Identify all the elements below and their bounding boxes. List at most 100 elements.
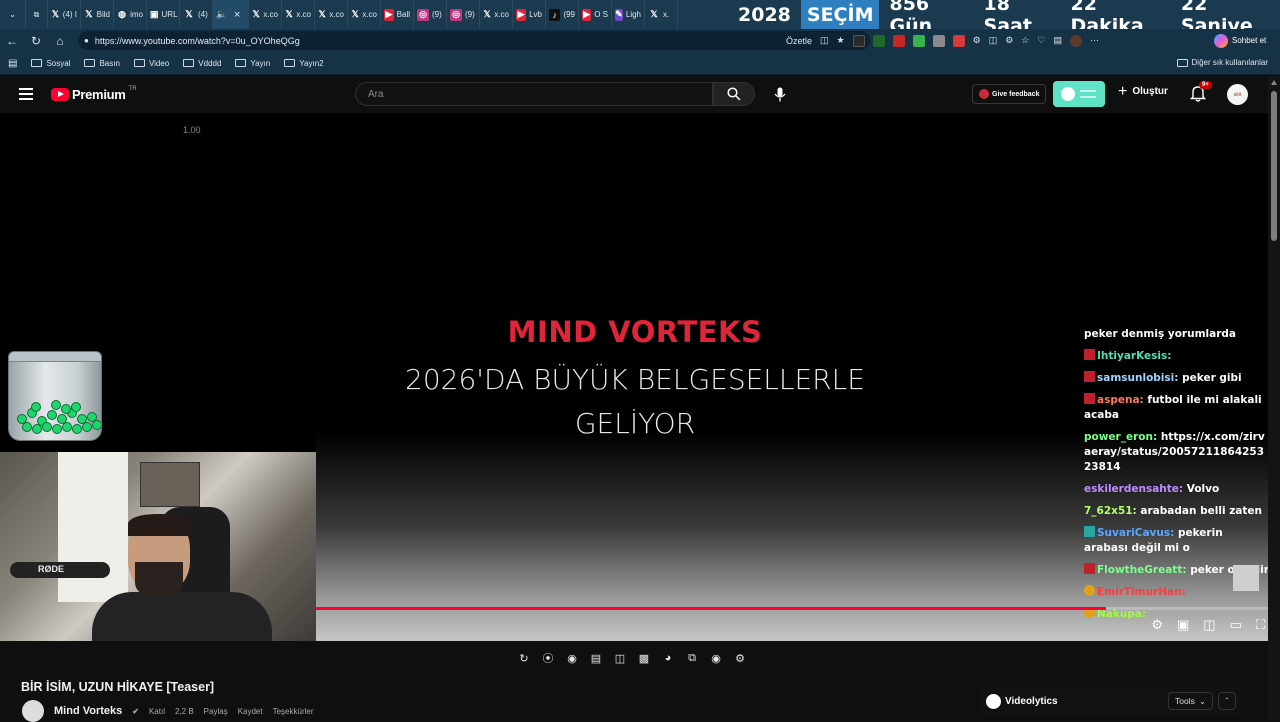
- notifications-button[interactable]: 9+: [1189, 81, 1212, 103]
- favorites-icon[interactable]: ☆: [1021, 35, 1029, 46]
- other-bookmarks-folder[interactable]: Diğer sık kullanılanlar: [1176, 58, 1268, 67]
- tab-label: (9): [432, 10, 442, 19]
- browser-tab[interactable]: 𝕏x.co: [480, 0, 513, 29]
- browser-tab[interactable]: ◎ (9): [447, 0, 480, 29]
- cinema-mode-icon[interactable]: ▩: [636, 651, 652, 665]
- extension-icon[interactable]: [892, 34, 905, 47]
- fullscreen-icon[interactable]: ⛶: [1256, 617, 1265, 633]
- channel-avatar[interactable]: [22, 700, 44, 722]
- bookmark-folder[interactable]: Basın: [84, 58, 120, 68]
- bookmarks-menu-icon[interactable]: ▤: [8, 58, 17, 69]
- browser-tab[interactable]: ▶ Lvb: [513, 0, 546, 29]
- bookmark-folder[interactable]: Video: [133, 59, 169, 68]
- chevron-down-icon: ⌄: [9, 10, 16, 19]
- browser-tab[interactable]: ✎ Ligh: [612, 0, 645, 29]
- summarize-button[interactable]: Özetle: [786, 36, 812, 46]
- browser-tab[interactable]: ▶ Ball: [381, 0, 414, 29]
- search-input[interactable]: Ara: [355, 82, 713, 106]
- back-icon[interactable]: ←: [0, 34, 24, 48]
- youtube-logo[interactable]: Premium TR: [51, 86, 137, 102]
- browser-tab[interactable]: 𝕏 Bild: [81, 0, 114, 29]
- gear-icon[interactable]: ⚙: [732, 651, 748, 665]
- create-button[interactable]: + Oluştur: [1118, 83, 1168, 99]
- join-button[interactable]: Katıl: [149, 707, 165, 716]
- picture-in-picture-icon[interactable]: ◫: [612, 651, 628, 665]
- video-player[interactable]: 1.00 MIND VORTEKS 2026'DA BÜYÜK BELGESEL…: [0, 113, 1268, 641]
- profile-avatar[interactable]: [1069, 34, 1082, 47]
- browser-tab[interactable]: 𝕏 (4): [180, 0, 213, 29]
- settings-icon[interactable]: ⚙: [1151, 617, 1163, 633]
- speedometer-icon[interactable]: ◕: [660, 651, 676, 665]
- instagram-icon: ◎: [450, 8, 462, 21]
- thanks-button[interactable]: Teşekkürler: [273, 707, 314, 716]
- browser-tab[interactable]: 𝕏x.co: [249, 0, 282, 29]
- menu-icon[interactable]: [19, 88, 33, 100]
- tools-dropdown[interactable]: Tools ⌄: [1168, 692, 1213, 710]
- refresh-icon[interactable]: ↻: [24, 34, 48, 48]
- extension-icon[interactable]: [952, 34, 965, 47]
- browser-tab[interactable]: 𝕏x.: [645, 0, 678, 29]
- workspaces-button[interactable]: ⧉: [26, 0, 48, 29]
- collections-icon[interactable]: ♡: [1037, 35, 1045, 46]
- browser-tab[interactable]: ▣ URL: [147, 0, 180, 29]
- browser-tab[interactable]: ♪ (99: [546, 0, 579, 29]
- performance-icon[interactable]: ⚙: [1005, 35, 1013, 46]
- give-feedback-button[interactable]: Give feedback: [972, 84, 1046, 104]
- scroll-up-icon[interactable]: [1271, 80, 1277, 85]
- miniplayer-icon[interactable]: ◫: [1203, 617, 1215, 633]
- jar-coin: [22, 422, 32, 432]
- like-count[interactable]: 2,2 B: [175, 707, 194, 716]
- share-button[interactable]: Paylaş: [204, 707, 228, 716]
- more-icon[interactable]: ⋯: [1090, 35, 1099, 46]
- loop-icon[interactable]: ↻: [516, 651, 532, 665]
- expand-icon[interactable]: ⧉: [684, 651, 700, 665]
- screenshot-icon[interactable]: ▤: [1053, 35, 1062, 46]
- browser-tab[interactable]: 𝕏x.co: [282, 0, 315, 29]
- browser-tab[interactable]: 𝕏x.co: [315, 0, 348, 29]
- bookmark-folder[interactable]: Sosyal: [31, 59, 70, 68]
- extension-icon[interactable]: [872, 34, 885, 47]
- copilot-chat-button[interactable]: Sohbet et: [1214, 32, 1266, 49]
- extension-icon[interactable]: [912, 34, 925, 47]
- browser-tab[interactable]: 🔈 ×: [213, 0, 249, 29]
- bookmark-folder[interactable]: Vdddd: [183, 59, 221, 68]
- browser-tab[interactable]: 𝕏x.co: [348, 0, 381, 29]
- bookmark-folder[interactable]: Yayın2: [284, 59, 324, 68]
- sidebar-icon[interactable]: ◫: [989, 35, 998, 46]
- collapse-button[interactable]: ˆ: [1218, 692, 1236, 710]
- progress-bar[interactable]: [316, 607, 1268, 610]
- split-screen-icon[interactable]: ◫: [820, 35, 829, 46]
- theater-mode-icon[interactable]: ▭: [1230, 617, 1242, 633]
- clapperboard-icon[interactable]: ▤: [588, 651, 604, 665]
- broadcast-icon[interactable]: ⦿: [540, 651, 556, 665]
- extension-icon[interactable]: [932, 34, 945, 47]
- browser-tab[interactable]: ◍ imo: [114, 0, 147, 29]
- account-avatar[interactable]: akit: [1227, 84, 1248, 105]
- extension-toggle-button[interactable]: [1053, 81, 1105, 107]
- close-tab-icon[interactable]: ×: [234, 9, 240, 21]
- video-frame-subtitle: 2026'DA BÜYÜK BELGESELLERLE GELİYOR: [380, 358, 890, 446]
- bookmark-folder[interactable]: Yayın: [235, 59, 270, 68]
- bookmark-label: Basın: [99, 58, 120, 68]
- search-button[interactable]: [713, 82, 755, 106]
- browser-tab[interactable]: 𝕏 (4) I: [48, 0, 81, 29]
- voice-search-button[interactable]: [768, 82, 792, 106]
- hide-video-icon[interactable]: ◉: [564, 651, 580, 665]
- home-icon[interactable]: ⌂: [48, 34, 72, 48]
- star-icon[interactable]: ★: [837, 35, 845, 46]
- scrollbar-thumb[interactable]: [1271, 91, 1277, 241]
- channel-name[interactable]: Mind Vorteks: [54, 705, 122, 717]
- browser-tab[interactable]: ▶ O S: [579, 0, 612, 29]
- camera-icon[interactable]: ◉: [708, 651, 724, 665]
- tab-menu-button[interactable]: ⌄: [0, 0, 26, 29]
- countdown-year: 2028: [738, 3, 791, 26]
- extension-icon[interactable]: [852, 34, 865, 47]
- youtube-icon: ▶: [384, 8, 394, 21]
- browser-tab[interactable]: ◎ (9): [414, 0, 447, 29]
- save-button[interactable]: Kaydet: [238, 707, 263, 716]
- page-scrollbar[interactable]: [1268, 76, 1280, 720]
- url-field[interactable]: ● https://www.youtube.com/watch?v=0u_OYO…: [78, 31, 870, 50]
- puzzle-icon[interactable]: ⚙: [973, 35, 981, 46]
- jar-coin: [42, 422, 52, 432]
- subtitles-icon[interactable]: ▣: [1177, 617, 1189, 633]
